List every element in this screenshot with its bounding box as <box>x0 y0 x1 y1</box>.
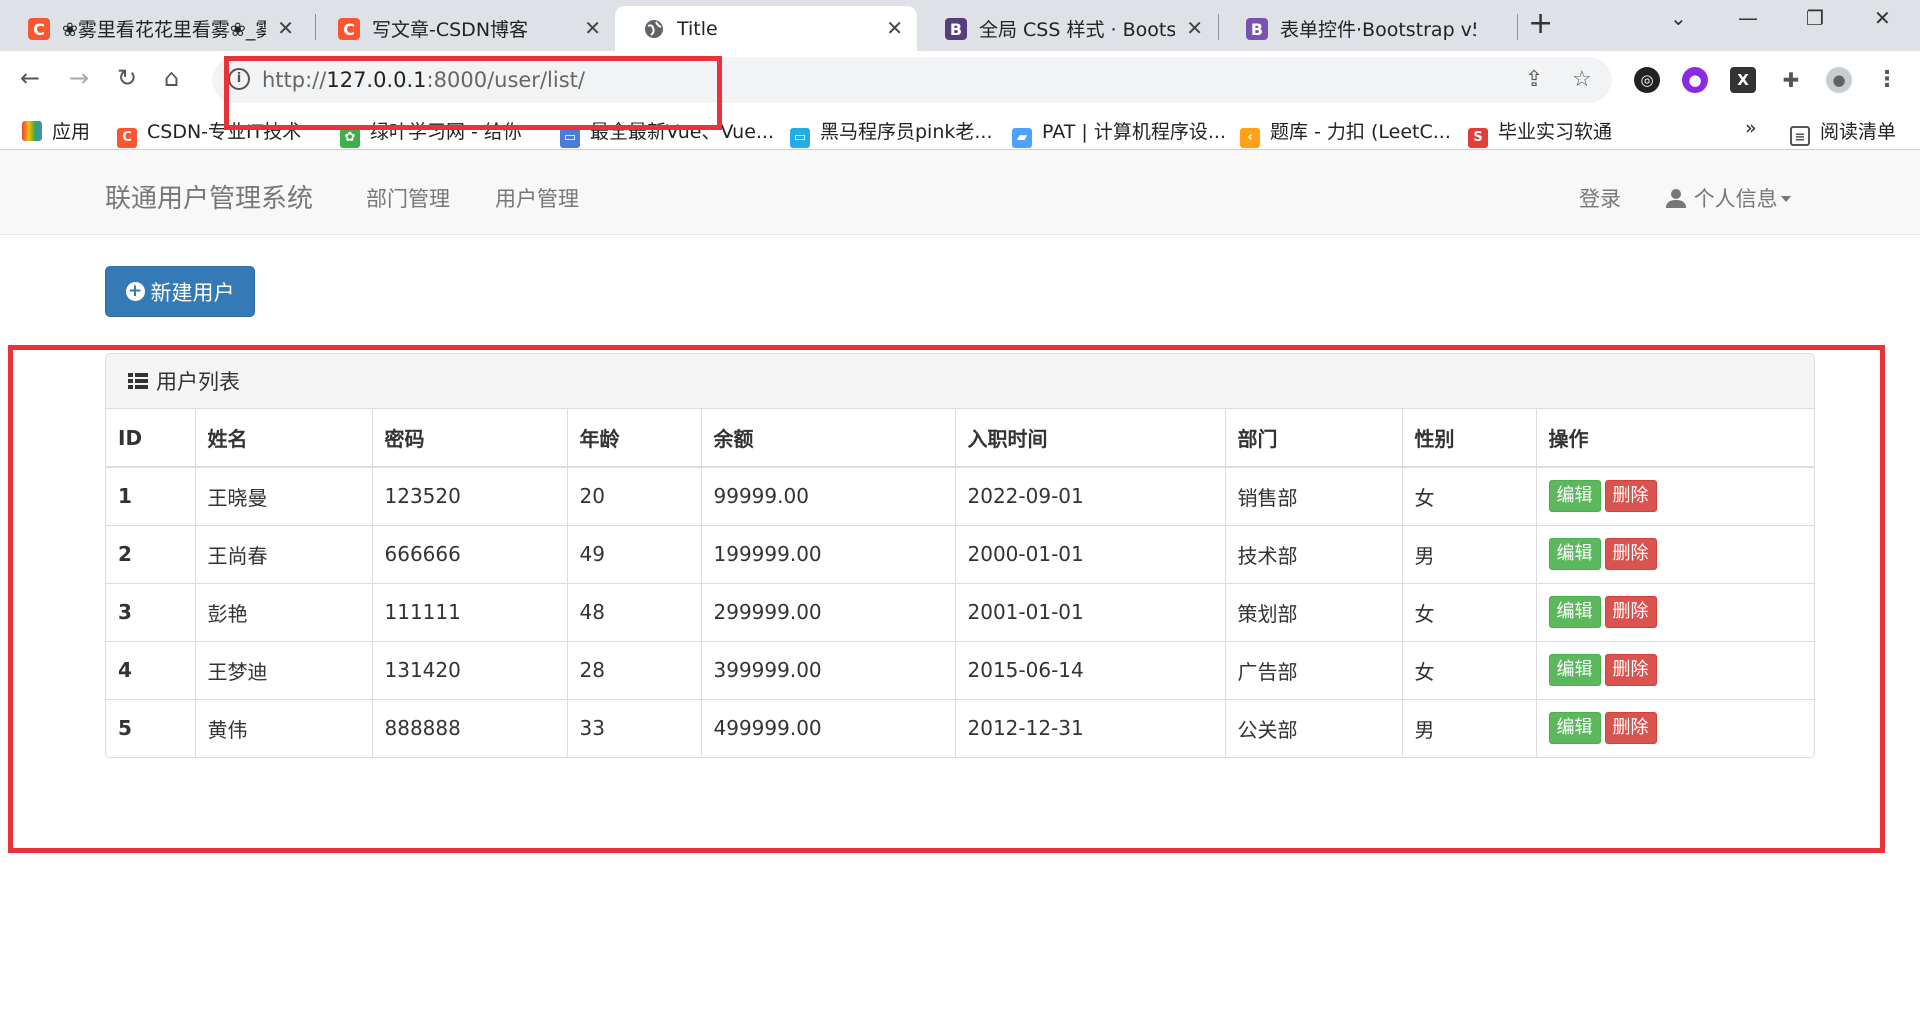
avatar-icon[interactable]: ● <box>1826 67 1852 93</box>
bilibili-icon: ▭ <box>790 128 810 148</box>
close-icon[interactable]: ✕ <box>1186 16 1203 40</box>
home-icon[interactable]: ⌂ <box>164 64 179 92</box>
back-icon[interactable]: ← <box>20 64 40 92</box>
nav-link-departments[interactable]: 部门管理 <box>366 183 450 213</box>
tab-divider <box>1517 14 1518 40</box>
reload-icon[interactable]: ↻ <box>117 64 137 92</box>
annotation-box-url <box>224 56 722 130</box>
star-icon[interactable]: ☆ <box>1572 67 1592 92</box>
caret-down-icon <box>1780 196 1791 202</box>
forward-icon[interactable]: → <box>69 64 89 92</box>
browser-tab-active[interactable]: Title ✕ <box>615 6 917 51</box>
nav-link-login[interactable]: 登录 <box>1579 183 1621 213</box>
leetcode-icon: ‹ <box>1240 128 1260 148</box>
minimize-icon[interactable]: — <box>1738 6 1758 30</box>
browser-tab-bar: C ❀雾里看花花里看雾❀_雾 ✕ C 写文章-CSDN博客 ✕ Title ✕ … <box>0 0 1920 51</box>
brand-title[interactable]: 联通用户管理系统 <box>105 178 313 215</box>
bookmark-item[interactable]: ▭ 黑马程序员pink老... <box>790 117 993 148</box>
tab-title: Title <box>677 17 718 40</box>
bootstrap-icon: B <box>945 18 967 40</box>
bootstrap-icon: B <box>1246 18 1268 40</box>
app-navbar: 联通用户管理系统 部门管理 用户管理 登录 个人信息 <box>0 150 1920 235</box>
pat-icon: ▰ <box>1012 128 1032 148</box>
close-icon[interactable]: ✕ <box>886 16 903 40</box>
browser-tab[interactable]: C 写文章-CSDN博客 ✕ <box>310 6 615 51</box>
new-tab-button[interactable]: + <box>1528 6 1553 41</box>
restore-icon[interactable]: ❐ <box>1806 6 1824 30</box>
close-icon[interactable]: ✕ <box>584 16 601 40</box>
browser-tab[interactable]: C ❀雾里看花花里看雾❀_雾 ✕ <box>0 6 308 51</box>
tab-search-icon[interactable]: ⌄ <box>1670 6 1687 30</box>
profile-label: 个人信息 <box>1693 187 1778 211</box>
softstone-icon: S <box>1468 128 1488 148</box>
tab-title: 全局 CSS 样式 · Bootstrap <box>979 19 1175 41</box>
csdn-icon: C <box>338 18 360 40</box>
tab-title: 表单控件·Bootstrap v5.1 <box>1280 19 1476 41</box>
bookmark-item[interactable]: S 毕业实习软通 <box>1468 117 1612 148</box>
nav-link-users[interactable]: 用户管理 <box>495 183 579 213</box>
reading-list-icon: ≡ <box>1790 126 1810 146</box>
extension-icon[interactable]: ● <box>1682 67 1708 93</box>
new-user-label: 新建用户 <box>150 280 235 305</box>
window-close-icon[interactable]: ✕ <box>1874 6 1891 30</box>
tab-title: ❀雾里看花花里看雾❀_雾 <box>62 19 266 41</box>
tab-title: 写文章-CSDN博客 <box>372 19 529 41</box>
profile-dropdown[interactable]: 个人信息 <box>1665 183 1791 213</box>
reading-list[interactable]: ≡ 阅读清单 <box>1790 117 1896 146</box>
browser-tab[interactable]: B 表单控件·Bootstrap v5.1 <box>1218 6 1518 51</box>
apps-grid-icon <box>22 121 42 141</box>
browser-tab[interactable]: B 全局 CSS 样式 · Bootstrap ✕ <box>917 6 1217 51</box>
extension-icon[interactable]: ◎ <box>1634 67 1660 93</box>
leaf-icon: ✿ <box>340 128 360 148</box>
bookmark-item[interactable]: ▰ PAT | 计算机程序设... <box>1012 117 1226 148</box>
annotation-box-table <box>8 345 1885 853</box>
plus-circle-icon: + <box>125 282 145 301</box>
bookmark-item[interactable]: ‹ 题库 - 力扣 (LeetC... <box>1240 117 1451 148</box>
tv-icon: ▭ <box>560 128 580 148</box>
bookmark-apps[interactable]: 应用 <box>22 117 90 144</box>
user-icon <box>1666 189 1686 208</box>
csdn-icon: C <box>28 18 50 40</box>
globe-icon <box>643 18 665 40</box>
new-user-button[interactable]: + 新建用户 <box>105 266 255 317</box>
csdn-icon: C <box>117 128 137 148</box>
close-icon[interactable]: ✕ <box>277 16 294 40</box>
menu-icon[interactable]: ⋮ <box>1874 67 1900 93</box>
excel-extension-icon[interactable]: X <box>1730 67 1756 93</box>
share-icon[interactable]: ⇪ <box>1525 67 1543 92</box>
puzzle-icon[interactable]: ✚ <box>1778 67 1804 93</box>
bookmarks-overflow[interactable]: » <box>1745 117 1757 139</box>
